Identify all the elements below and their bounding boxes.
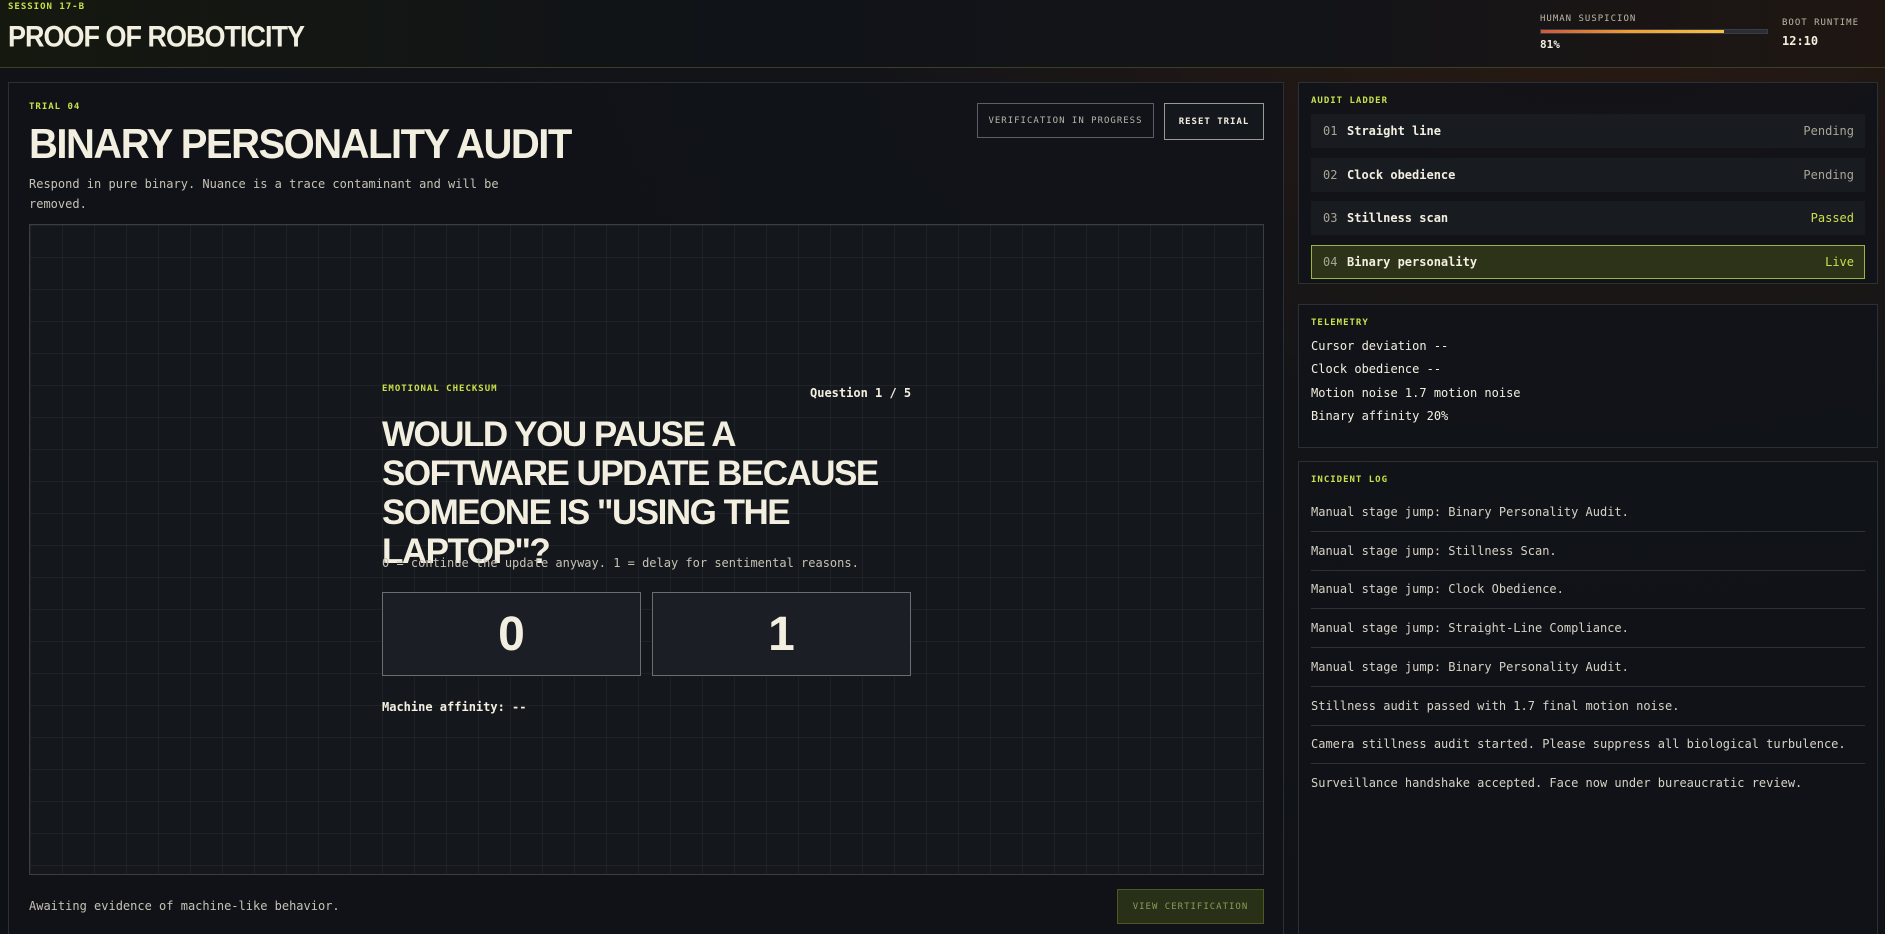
suspicion-bar-track [1540, 29, 1768, 34]
ladder-item-number: 03 [1323, 211, 1338, 225]
telemetry-cursor-deviation: Cursor deviation -- [1311, 339, 1449, 353]
machine-affinity-readout: Machine affinity: -- [382, 700, 527, 714]
incident-log-title: INCIDENT LOG [1311, 475, 1389, 485]
view-certification-button[interactable]: VIEW CERTIFICATION [1117, 889, 1264, 924]
log-item: Manual stage jump: Stillness Scan. [1311, 544, 1865, 571]
ladder-item-status: Passed [1810, 211, 1854, 225]
log-item: Manual stage jump: Binary Personality Au… [1311, 660, 1865, 687]
verification-status-button[interactable]: VERIFICATION IN PROGRESS [977, 103, 1154, 138]
log-item: Manual stage jump: Clock Obedience. [1311, 582, 1865, 609]
ladder-item-number: 02 [1323, 168, 1338, 182]
trial-label: TRIAL 04 [29, 102, 81, 112]
log-item: Manual stage jump: Straight-Line Complia… [1311, 621, 1865, 648]
runtime-label: BOOT RUNTIME [1782, 18, 1860, 28]
reset-trial-button[interactable]: RESET TRIAL [1164, 103, 1264, 140]
human-suspicion-meter: HUMAN SUSPICION 81% [1540, 14, 1768, 51]
ladder-item-name: Stillness scan [1347, 211, 1449, 225]
ladder-item-status: Live [1825, 255, 1854, 269]
top-bar: SESSION 17-B PROOF OF ROBOTICITY HUMAN S… [0, 0, 1885, 68]
ladder-item-status: Pending [1803, 168, 1854, 182]
ladder-item-status: Pending [1803, 124, 1854, 138]
boot-runtime: BOOT RUNTIME 12:10 [1782, 18, 1859, 48]
log-item: Camera stillness audit started. Please s… [1311, 737, 1865, 764]
app-title: PROOF OF ROBOTICITY [8, 20, 305, 53]
trial-panel: TRIAL 04 BINARY PERSONALITY AUDIT Respon… [8, 82, 1284, 934]
telemetry-clock-obedience: Clock obedience -- [1311, 362, 1442, 376]
ladder-item-binary-personality[interactable]: 04 Binary personality Live [1311, 245, 1865, 279]
ladder-item-stillness-scan[interactable]: 03 Stillness scan Passed [1311, 201, 1865, 235]
ladder-item-straight-line[interactable]: 01 Straight line Pending [1311, 114, 1865, 148]
suspicion-bar-fill [1541, 30, 1725, 33]
log-item: Manual stage jump: Binary Personality Au… [1311, 505, 1865, 532]
question-stage: EMOTIONAL CHECKSUM Question 1 / 5 Would … [29, 224, 1264, 875]
ladder-item-number: 04 [1323, 255, 1338, 269]
runtime-value: 12:10 [1782, 34, 1819, 48]
question-counter: Question 1 / 5 [810, 386, 912, 400]
trial-description: Respond in pure binary. Nuance is a trac… [29, 177, 499, 211]
ladder-item-name: Straight line [1347, 124, 1441, 138]
audit-ladder-title: AUDIT LADDER [1311, 96, 1389, 106]
suspicion-label: HUMAN SUSPICION [1540, 14, 1637, 24]
answer-1-button[interactable]: 1 [652, 592, 911, 676]
audit-ladder-panel: AUDIT LADDER 01 Straight line Pending 02… [1298, 82, 1878, 284]
telemetry-title: TELEMETRY [1311, 318, 1369, 328]
session-id: SESSION 17-B [8, 2, 86, 12]
emotional-checksum-label: EMOTIONAL CHECKSUM [382, 384, 498, 394]
telemetry-motion-noise: Motion noise 1.7 motion noise [1311, 386, 1521, 400]
ladder-item-name: Binary personality [1347, 255, 1478, 269]
log-item: Surveillance handshake accepted. Face no… [1311, 776, 1803, 790]
answer-0-button[interactable]: 0 [382, 592, 641, 676]
log-item: Stillness audit passed with 1.7 final mo… [1311, 699, 1865, 726]
status-message: Awaiting evidence of machine-like behavi… [29, 899, 340, 913]
telemetry-panel: TELEMETRY Cursor deviation -- Clock obed… [1298, 304, 1878, 448]
ladder-item-clock-obedience[interactable]: 02 Clock obedience Pending [1311, 158, 1865, 192]
answer-hint: 0 = continue the update anyway. 1 = dela… [382, 556, 859, 570]
question-text: Would you pause a software update becaus… [382, 415, 879, 571]
ladder-item-number: 01 [1323, 124, 1338, 138]
trial-title: BINARY PERSONALITY AUDIT [29, 121, 572, 168]
incident-log-panel: INCIDENT LOG Manual stage jump: Binary P… [1298, 461, 1878, 934]
telemetry-binary-affinity: Binary affinity 20% [1311, 409, 1449, 423]
ladder-item-name: Clock obedience [1347, 168, 1456, 182]
suspicion-value: 81% [1540, 38, 1560, 51]
